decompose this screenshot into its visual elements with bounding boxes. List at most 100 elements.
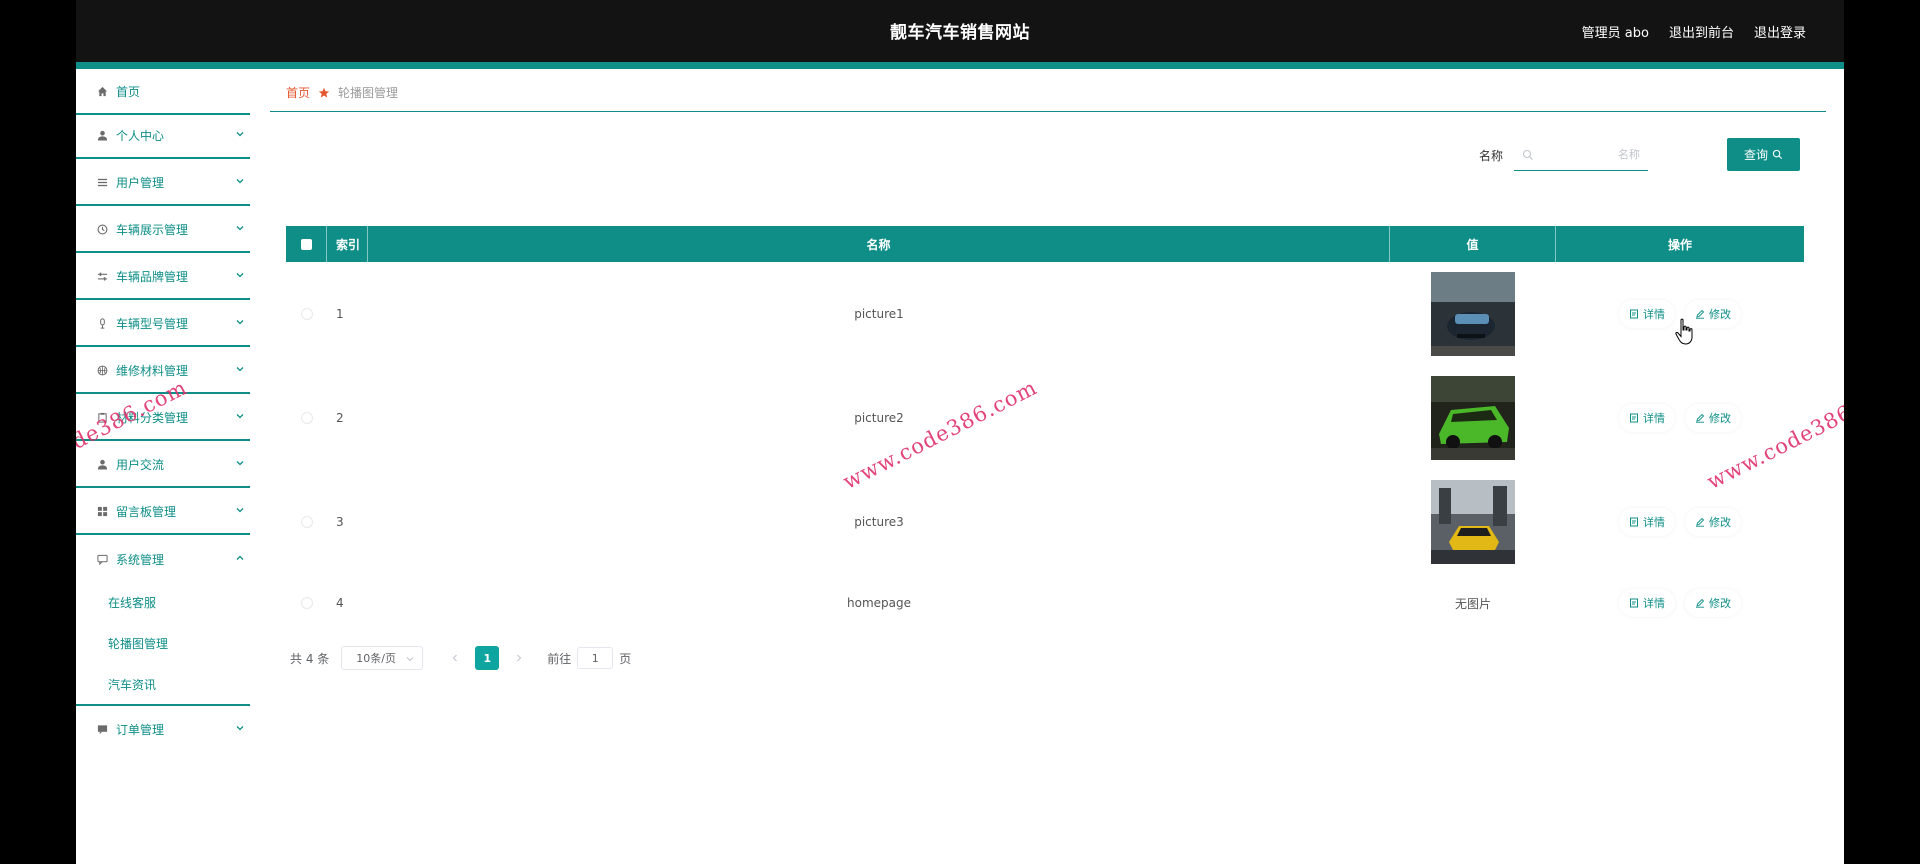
row-index: 2: [336, 411, 344, 425]
edit-button[interactable]: 修改: [1685, 404, 1741, 432]
star-icon: [318, 87, 330, 98]
edit-icon: [1696, 598, 1705, 608]
pagination-total: 共 4 条: [290, 651, 330, 666]
row-checkbox[interactable]: [300, 412, 313, 424]
chevron-down-icon: [406, 657, 414, 662]
sidebar-item-model-management[interactable]: 车辆型号管理: [76, 301, 250, 347]
chat-icon: [96, 553, 108, 565]
chevron-up-icon: [236, 555, 244, 560]
select-all-checkbox[interactable]: [300, 238, 312, 250]
mic-icon: [96, 317, 108, 329]
row-value-cell: [1390, 262, 1556, 366]
chevron-down-icon: [236, 320, 244, 325]
next-page-button[interactable]: [509, 648, 529, 668]
edit-button[interactable]: 修改: [1685, 508, 1741, 536]
sidebar-item-home[interactable]: 首页: [76, 69, 250, 115]
search-icon: [1522, 149, 1533, 160]
edit-button[interactable]: 修改: [1685, 589, 1741, 617]
header-actions: 管理员 abo 退出到前台 退出登录: [1582, 22, 1806, 41]
search-input[interactable]: [1534, 148, 1640, 161]
chevron-down-icon: [236, 414, 244, 419]
basketball-icon: [96, 364, 108, 376]
page-size-select[interactable]: 10条/页: [341, 646, 424, 670]
column-header-action: 操作: [1667, 237, 1692, 252]
sidebar-item-brand-management[interactable]: 车辆品牌管理: [76, 254, 250, 300]
document-icon: [1630, 598, 1638, 608]
page-number-button[interactable]: 1: [475, 646, 500, 670]
edit-button-label: 修改: [1709, 597, 1731, 610]
row-value-text: 无图片: [1454, 596, 1491, 611]
table-row: 4 homepage 无图片 详情 修改: [286, 574, 1804, 632]
site-title: 靓车汽车销售网站: [890, 23, 1030, 43]
row-actions: 详情 修改: [1556, 574, 1804, 632]
row-checkbox[interactable]: [300, 516, 313, 528]
search-icon: [1772, 149, 1783, 160]
detail-button[interactable]: 详情: [1619, 589, 1675, 617]
goto-page-input[interactable]: [577, 647, 614, 669]
breadcrumb-current: 轮播图管理: [338, 86, 399, 100]
header-accent-bar: [76, 62, 1844, 69]
row-checkbox[interactable]: [300, 308, 313, 320]
sidebar-subitem-online-service[interactable]: 在线客服: [76, 582, 250, 622]
sidebar-item-label: 用户管理: [116, 175, 165, 190]
sidebar-subitem-carousel-management[interactable]: 轮播图管理: [76, 623, 250, 663]
sidebar-item-user-management[interactable]: 用户管理: [76, 160, 250, 206]
row-index: 3: [336, 515, 344, 529]
detail-button[interactable]: 详情: [1619, 300, 1675, 328]
table-row: 1 picture1 详情 修改: [286, 262, 1804, 366]
document-icon: [1630, 413, 1638, 423]
row-value-cell: [1390, 470, 1556, 574]
logout-link[interactable]: 退出登录: [1754, 22, 1806, 41]
back-to-front-link[interactable]: 退出到前台: [1669, 22, 1734, 41]
detail-button[interactable]: 详情: [1619, 404, 1675, 432]
detail-button[interactable]: 详情: [1619, 508, 1675, 536]
sidebar-item-vehicle-display[interactable]: 车辆展示管理: [76, 207, 250, 253]
sidebar-subitem-car-news[interactable]: 汽车资讯: [76, 664, 250, 706]
sidebar-item-system-management[interactable]: 系统管理: [76, 536, 250, 582]
table-row: 2 picture2 详情 修改: [286, 366, 1804, 470]
chevron-down-icon: [236, 226, 244, 231]
document-icon: [1630, 517, 1638, 527]
sidebar-item-user-exchange[interactable]: 用户交流: [76, 442, 250, 488]
breadcrumb-home[interactable]: 首页: [286, 84, 310, 101]
goto-suffix: 页: [619, 651, 632, 666]
edit-button-label: 修改: [1709, 308, 1731, 321]
car-thumbnail-image: [1431, 376, 1515, 460]
car-thumbnail-image: [1431, 480, 1515, 564]
row-checkbox-cell: [286, 470, 327, 574]
sidebar-item-label: 留言板管理: [116, 504, 177, 519]
detail-button-label: 详情: [1643, 308, 1665, 321]
search-button[interactable]: 查询: [1727, 138, 1800, 171]
row-actions: 详情 修改: [1556, 470, 1804, 574]
row-name: picture1: [854, 307, 904, 321]
document-icon: [1630, 309, 1638, 319]
sidebar: 首页 个人中心 用户管理 车辆展示管理 车辆品牌管理 车辆型号管理 维修材料管理…: [76, 69, 250, 864]
sidebar-item-label: 订单管理: [116, 722, 165, 737]
list-icon: [96, 176, 108, 188]
sidebar-item-label: 个人中心: [116, 128, 165, 143]
top-header: 靓车汽车销售网站 管理员 abo 退出到前台 退出登录: [76, 0, 1844, 62]
table-header: 索引 名称 值 操作: [286, 226, 1804, 262]
column-header-index: 索引: [327, 226, 368, 262]
grid-icon: [96, 505, 108, 517]
sidebar-item-order-management[interactable]: 订单管理: [76, 706, 250, 752]
pagination: 共 4 条 10条/页 1 前往 页: [290, 646, 631, 670]
admin-user-label: 管理员 abo: [1581, 26, 1649, 41]
goto-label: 前往: [547, 651, 572, 666]
prev-page-button[interactable]: [445, 648, 465, 668]
row-name: homepage: [847, 596, 911, 610]
row-checkbox-cell: [286, 574, 327, 632]
sidebar-item-personal-center[interactable]: 个人中心: [76, 113, 250, 159]
row-checkbox-cell: [286, 366, 327, 470]
search-label: 名称: [1479, 149, 1504, 163]
row-checkbox[interactable]: [300, 597, 313, 609]
row-actions: 详情 修改: [1556, 262, 1804, 366]
detail-button-label: 详情: [1643, 516, 1665, 529]
chevron-left-icon: [453, 654, 458, 662]
chevron-down-icon: [236, 508, 244, 513]
breadcrumb-divider: [270, 111, 1826, 112]
car-thumbnail-image: [1431, 272, 1515, 356]
row-value-cell: [1390, 366, 1556, 470]
chevron-down-icon: [236, 367, 244, 372]
sidebar-item-message-board[interactable]: 留言板管理: [76, 489, 250, 535]
